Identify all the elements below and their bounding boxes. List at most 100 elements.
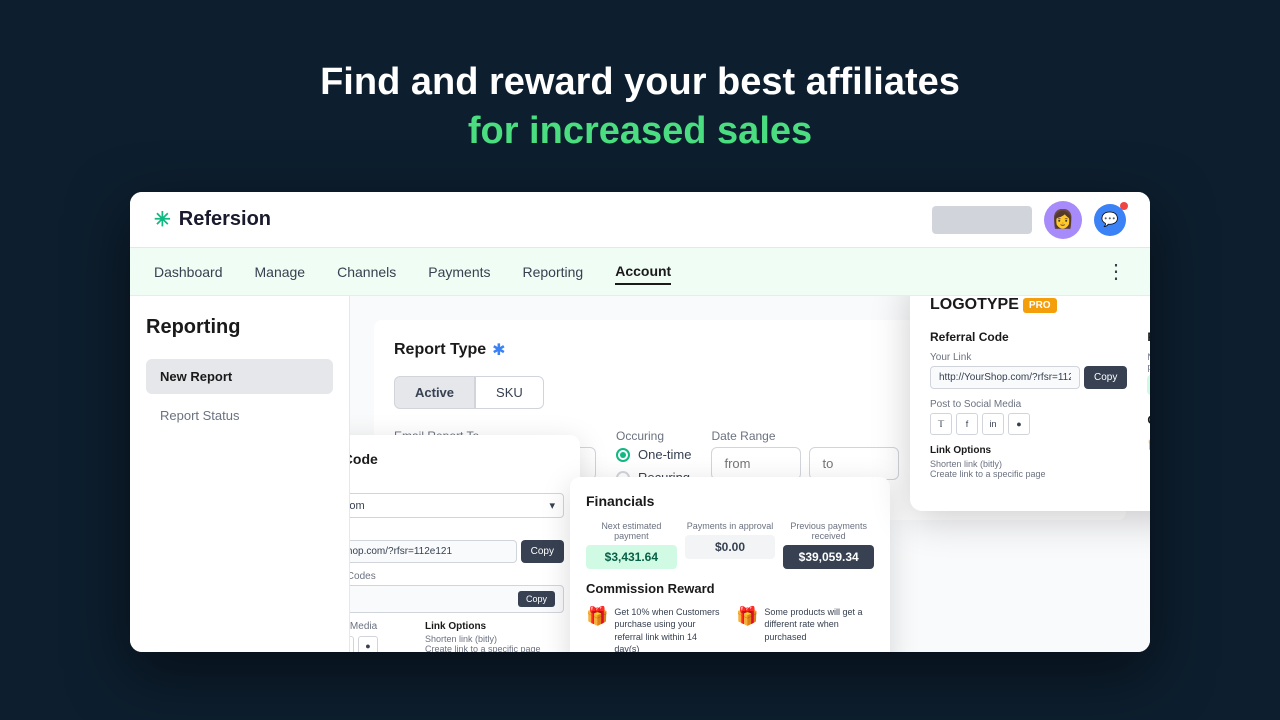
content-area: Reporting New Report Report Status Repor…: [130, 296, 1150, 652]
date-from-input[interactable]: [711, 447, 801, 480]
logotype-name: LOGOTYPE: [930, 296, 1019, 314]
financials-row: Next estimated payment $3,431.64 Payment…: [586, 521, 874, 569]
nav-more-icon[interactable]: ⋮: [1106, 259, 1126, 284]
pro-badge: PRO: [1023, 298, 1057, 313]
fin-label-2: Previous payments received: [783, 521, 874, 541]
lt-comm-item-0: 🎁 Get 10% when Customers purchase using …: [1147, 435, 1150, 491]
lt-gift-icon-0: 🎁: [1147, 435, 1150, 455]
commission-item-0: 🎁 Get 10% when Customers purchase using …: [586, 606, 724, 652]
page-title: Reporting: [146, 316, 333, 339]
fin-value-0: $3,431.64: [586, 545, 677, 569]
lt-fin-val-0: $2,142.03: [1147, 375, 1150, 395]
commission-row: 🎁 Get 10% when Customers purchase using …: [586, 606, 874, 652]
lt-link-options-title: Link Options: [930, 445, 1127, 456]
lt-fin-row: Next estimated payment $2,142.03 Payment…: [1147, 352, 1150, 405]
lt-link-long: Create link to a specific page: [930, 469, 1127, 479]
lt-link-row: Copy: [930, 366, 1127, 389]
lt-social-linkedin[interactable]: in: [982, 413, 1004, 435]
lt-link-short: Shorten link (bitly): [930, 459, 1127, 469]
fc-link-col: Link Options Shorten link (bitly)Create …: [425, 621, 564, 652]
lt-comm-title: Commission Reward: [1147, 413, 1150, 427]
fin-label-1: Payments in approval: [685, 521, 776, 531]
lt-referral-title: Referral Code: [930, 330, 1127, 344]
fc-coupon-label: Your Coupon Codes: [350, 571, 564, 582]
lt-link-label: Your Link: [930, 352, 1127, 363]
lt-copy-button[interactable]: Copy: [1084, 366, 1127, 389]
logotype-left: Referral Code Your Link Copy Post to Soc…: [930, 330, 1127, 491]
main-content: Report Type ✱ Active SKU Email Report To…: [350, 296, 1150, 652]
lt-social-facebook[interactable]: f: [956, 413, 978, 435]
lt-comm-row: 🎁 Get 10% when Customers purchase using …: [1147, 435, 1150, 491]
lt-social-twitter[interactable]: 𝕋: [930, 413, 952, 435]
commission-item-1: 🎁 Some products will get a different rat…: [736, 606, 874, 652]
fc-coupon-field: Copy: [350, 585, 564, 613]
app-window: ✳ Refersion 👩 💬 Dashboard Manage Channel…: [130, 192, 1150, 652]
fc-shop-value: merchant.com: [350, 500, 365, 512]
fc-chevron-icon: ▾: [549, 499, 555, 512]
lt-fin-title: Financials: [1147, 330, 1150, 344]
logo-icon: ✳: [154, 207, 171, 232]
date-to-input[interactable]: [809, 447, 899, 480]
radio-one-time-label: One-time: [638, 447, 691, 462]
nav-reporting[interactable]: Reporting: [523, 260, 584, 284]
radio-dot-one-time: [616, 448, 630, 462]
commission-title: Commission Reward: [586, 581, 874, 596]
logo-area: ✳ Refersion: [154, 207, 932, 232]
fin-item-1: Payments in approval $0.00: [685, 521, 776, 569]
tab-sku[interactable]: SKU: [475, 376, 544, 409]
lt-social-row: 𝕋 f in ●: [930, 413, 1127, 435]
fc-link-label: Your Link: [350, 526, 564, 537]
date-range-group: Date Range: [711, 429, 899, 480]
social-linkedin-icon[interactable]: in: [350, 636, 354, 652]
nav-manage[interactable]: Manage: [255, 260, 306, 284]
social-icons: 𝕋 f in ●: [350, 636, 425, 652]
social-instagram-icon[interactable]: ●: [358, 636, 378, 652]
report-type-label: Report Type: [394, 341, 486, 359]
lt-fin-item-0: Next estimated payment $2,142.03: [1147, 352, 1150, 405]
notification-button[interactable]: 💬: [1094, 204, 1126, 236]
fc-shop-select[interactable]: merchant.com ▾: [350, 493, 564, 518]
avatar[interactable]: 👩: [1044, 201, 1082, 239]
fc-link-input[interactable]: [350, 540, 517, 563]
lt-link-options: Link Options Shorten link (bitly) Create…: [930, 445, 1127, 479]
link-options-short: Shorten link (bitly)Create link to a spe…: [425, 634, 564, 652]
lt-link-input[interactable]: [930, 366, 1080, 389]
link-options-title: Link Options: [425, 621, 564, 632]
fin-item-2: Previous payments received $39,059.34: [783, 521, 874, 569]
fin-value-2: $39,059.34: [783, 545, 874, 569]
hero-subtitle: for increased sales: [0, 110, 1280, 153]
sidebar-item-new-report[interactable]: New Report: [146, 359, 333, 394]
radio-one-time[interactable]: One-time: [616, 447, 691, 462]
commission-text-0: Get 10% when Customers purchase using yo…: [614, 606, 724, 652]
occurring-label: Occuring: [616, 429, 691, 443]
gift-icon-0: 🎁: [586, 606, 608, 627]
sidebar-item-report-status[interactable]: Report Status: [146, 398, 333, 433]
sidebar: Reporting New Report Report Status: [130, 296, 350, 652]
logo-text: Refersion: [179, 208, 271, 231]
search-bar[interactable]: [932, 206, 1032, 234]
gift-icon-1: 🎁: [736, 606, 758, 627]
float-card-logotype: LOGOTYPE PRO Referral Code Your Link Cop…: [910, 296, 1150, 511]
nav-dashboard[interactable]: Dashboard: [154, 260, 223, 284]
fc-coupon-copy-button[interactable]: Copy: [518, 591, 555, 607]
logotype-cols: Referral Code Your Link Copy Post to Soc…: [930, 330, 1150, 491]
tab-active[interactable]: Active: [394, 376, 475, 409]
fc-link-row: Copy: [350, 540, 564, 563]
fc-copy-button[interactable]: Copy: [521, 540, 564, 563]
fc-social-link-row: Post to Social Media 𝕋 f in ● Link Optio…: [350, 621, 564, 652]
fc-select-label: Select Shop: [350, 479, 564, 490]
float-card-financials: Financials Next estimated payment $3,431…: [570, 477, 890, 652]
logotype-right: Financials Next estimated payment $2,142…: [1147, 330, 1150, 491]
topbar-right: 👩 💬: [932, 201, 1126, 239]
lt-social-instagram[interactable]: ●: [1008, 413, 1030, 435]
nav-payments[interactable]: Payments: [428, 260, 490, 284]
commission-text-1: Some products will get a different rate …: [764, 606, 874, 644]
nav-account[interactable]: Account: [615, 259, 671, 285]
fc-social-col: Post to Social Media 𝕋 f in ●: [350, 621, 425, 652]
fin-item-0: Next estimated payment $3,431.64: [586, 521, 677, 569]
fin-value-1: $0.00: [685, 535, 776, 559]
fin-label-0: Next estimated payment: [586, 521, 677, 541]
hero-title: Find and reward your best affiliates: [0, 60, 1280, 106]
float-card-referral: Referral Code Select Shop merchant.com ▾…: [350, 435, 580, 652]
nav-channels[interactable]: Channels: [337, 260, 396, 284]
